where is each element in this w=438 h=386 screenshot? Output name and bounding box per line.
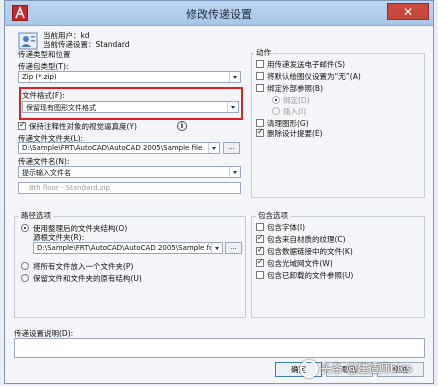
insert-radio[interactable] (272, 107, 280, 115)
chevron-down-icon (229, 167, 240, 177)
file-name-select[interactable]: 提示输入文件名 (18, 166, 241, 178)
chevron-down-icon (211, 243, 222, 253)
bind-radio-label: 绑定(D) (283, 96, 310, 105)
file-name-value: 提示输入文件名 (22, 169, 71, 177)
single-folder-radio[interactable] (21, 262, 29, 270)
file-name-preview: 8th floor - Standard.zip (18, 182, 241, 194)
user-info-icon (18, 31, 38, 51)
file-format-value: 保留现有图形文件格式 (26, 104, 96, 112)
default-plotter-none-label: 将默认绘图仪设置为“无”(A) (267, 72, 361, 81)
include-unloaded-xrefs-label: 包含已卸载的文件参照(U) (267, 271, 354, 280)
chevron-down-icon (229, 72, 240, 82)
description-field[interactable] (14, 338, 425, 358)
title-bar[interactable]: 修改传递设置 ✕ (5, 1, 433, 26)
transmittal-setup-dialog: 修改传递设置 ✕ 当前用户：kd 当前传递设置：Standard 传递类型和位置… (4, 0, 434, 384)
folder-value: D:\Sample\FRT\AutoCAD\AutoCAD 2005\Sampl… (22, 144, 203, 152)
package-type-select[interactable]: Zip (*.zip) (18, 71, 241, 83)
remove-design-feed-checkbox[interactable] (256, 127, 264, 137)
include-textures-checkbox[interactable] (256, 233, 264, 243)
include-fonts-label: 包含字体(I) (267, 223, 306, 232)
info-icon[interactable]: i (177, 121, 187, 131)
send-email-checkbox[interactable] (256, 60, 264, 68)
purge-drawings-checkbox[interactable] (256, 119, 264, 127)
include-data-links-checkbox[interactable] (256, 245, 264, 255)
keep-structure-label: 保留文件和文件夹的原有结构(U) (33, 274, 142, 283)
default-plotter-none-checkbox[interactable] (256, 72, 264, 80)
chevron-down-icon (208, 143, 219, 153)
bind-radio[interactable] (272, 96, 280, 104)
source-root-browse-button[interactable]: ... (225, 242, 242, 254)
include-textures-label: 包含来自材质的纹理(C) (267, 235, 346, 244)
maintain-visual-fidelity-checkbox[interactable] (18, 120, 26, 130)
close-button[interactable]: ✕ (387, 3, 429, 20)
path-options-title: 路径选项 (19, 210, 53, 221)
dialog-title: 修改传递设置 (186, 8, 252, 21)
package-section-title: 传递类型和位置 (18, 50, 71, 59)
single-folder-label: 将所有文件放入一个文件夹(P) (33, 262, 134, 271)
file-name-preview-text: 8th floor - Standard.zip (29, 184, 110, 192)
chevron-down-icon (227, 102, 238, 112)
watermark-text: 头条 @建造师bics (320, 362, 412, 375)
organized-folder-radio[interactable] (21, 224, 29, 232)
include-unloaded-xrefs-checkbox[interactable] (256, 271, 264, 279)
actions-group-title: 动作 (254, 47, 273, 58)
remove-design-feed-label: 删除设计提要(E) (267, 129, 323, 138)
include-data-links-label: 包含数据链接中的文件(K) (267, 247, 353, 256)
source-root-select[interactable]: D:\Sample\FRT\AutoCAD\AutoCAD 2005\Sampl… (33, 242, 223, 254)
close-icon: ✕ (402, 5, 414, 19)
bind-xrefs-checkbox[interactable] (256, 84, 264, 92)
send-email-label: 用传递发送电子邮件(S) (267, 60, 346, 69)
include-photometric-web-checkbox[interactable] (256, 257, 264, 267)
package-type-value: Zip (*.zip) (22, 73, 57, 81)
source-root-value: D:\Sample\FRT\AutoCAD\AutoCAD 2005\Sampl… (37, 244, 216, 252)
include-fonts-checkbox[interactable] (256, 223, 264, 231)
bind-xrefs-label: 绑定外部参照(B) (267, 84, 323, 93)
file-format-label: 文件格式(F): (22, 91, 65, 100)
keep-structure-radio[interactable] (21, 274, 29, 282)
watermark-logo-icon (300, 360, 318, 378)
file-format-select[interactable]: 保留现有图形文件格式 (22, 101, 239, 113)
folder-select[interactable]: D:\Sample\FRT\AutoCAD\AutoCAD 2005\Sampl… (18, 142, 220, 154)
maintain-visual-fidelity-label: 保持注释性对象的视觉逼真度(Y) (29, 122, 137, 131)
include-photometric-web-label: 包含光域网文件(W) (267, 259, 333, 268)
insert-radio-label: 插入(I) (283, 107, 307, 116)
include-options-title: 包含选项 (256, 210, 290, 221)
folder-browse-button[interactable]: ... (223, 142, 240, 154)
